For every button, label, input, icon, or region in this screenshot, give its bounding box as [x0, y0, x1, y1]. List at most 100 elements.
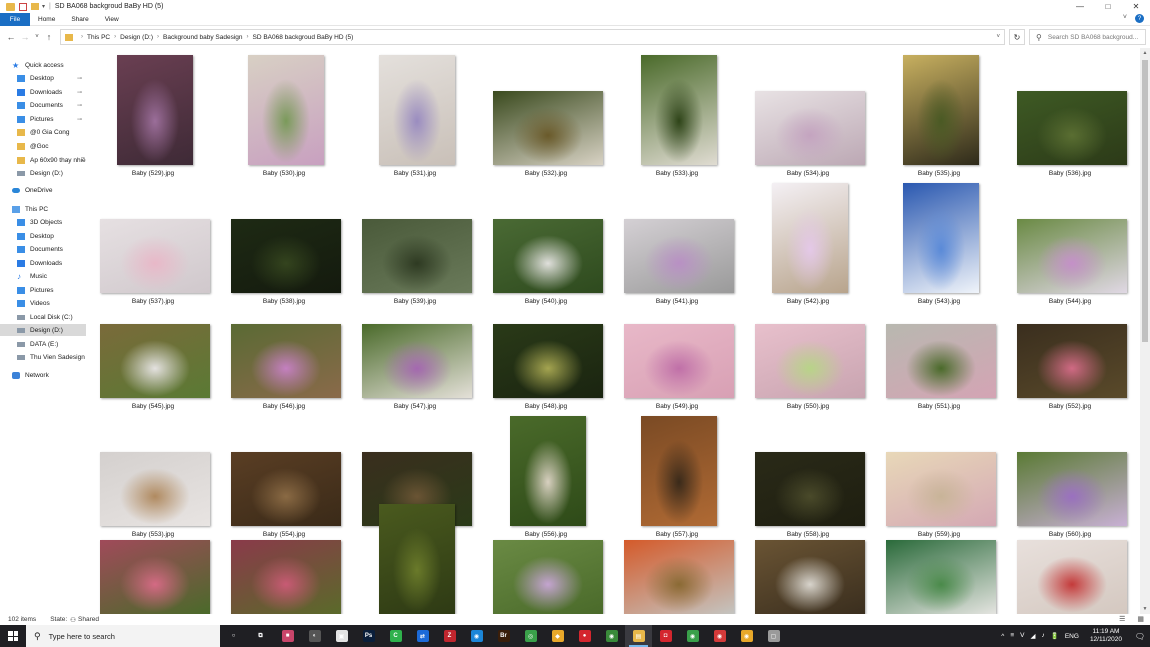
- tab-file[interactable]: File: [0, 12, 30, 26]
- minimize-button[interactable]: —: [1066, 0, 1094, 13]
- tab-share[interactable]: Share: [63, 13, 96, 26]
- image-thumbnail[interactable]: [755, 91, 865, 165]
- filezilla-icon[interactable]: Z: [436, 625, 463, 647]
- image-thumbnail[interactable]: [379, 55, 455, 165]
- file-name[interactable]: Baby (554).jpg: [221, 531, 347, 538]
- chrome-icon[interactable]: ◉: [598, 625, 625, 647]
- sidebar-item[interactable]: Local Disk (C:): [0, 311, 86, 323]
- breadcrumb-this-pc[interactable]: This PC: [87, 34, 110, 41]
- app-icon-8[interactable]: ●: [571, 625, 598, 647]
- start-button[interactable]: [0, 625, 26, 647]
- image-thumbnail[interactable]: [379, 504, 455, 614]
- file-name[interactable]: Baby (535).jpg: [876, 170, 1002, 177]
- sidebar-item[interactable]: ♪ Music: [0, 270, 86, 282]
- app-icon-7[interactable]: ◆: [544, 625, 571, 647]
- scroll-down-icon[interactable]: ▼: [1140, 604, 1150, 614]
- file-name[interactable]: Baby (547).jpg: [352, 403, 478, 410]
- image-thumbnail[interactable]: [1017, 219, 1127, 293]
- new-folder-quick-icon[interactable]: [31, 3, 39, 10]
- image-thumbnail[interactable]: [100, 452, 210, 526]
- image-thumbnail[interactable]: [886, 324, 996, 398]
- file-name[interactable]: Baby (551).jpg: [876, 403, 1002, 410]
- image-thumbnail[interactable]: [117, 55, 193, 165]
- image-thumbnail[interactable]: [903, 183, 979, 293]
- file-name[interactable]: Baby (549).jpg: [614, 403, 740, 410]
- sidebar-item[interactable]: Design (D:): [0, 167, 86, 179]
- image-thumbnail[interactable]: [624, 219, 734, 293]
- sidebar-item[interactable]: @0 Gia Cong: [0, 126, 86, 138]
- image-thumbnail[interactable]: [231, 219, 341, 293]
- details-view-icon[interactable]: ☰: [1119, 615, 1125, 623]
- quick-access-toolbar-dropdown-icon[interactable]: ▾: [42, 3, 45, 10]
- breadcrumb-current-folder[interactable]: SD BA068 backgroud BaBy HD (5): [253, 34, 354, 41]
- cortana-icon[interactable]: ○: [220, 625, 247, 647]
- file-name[interactable]: Baby (553).jpg: [90, 531, 216, 538]
- bridge-icon[interactable]: Br: [490, 625, 517, 647]
- image-thumbnail[interactable]: [1017, 452, 1127, 526]
- file-name[interactable]: Baby (543).jpg: [876, 298, 1002, 305]
- vertical-scrollbar[interactable]: ▲ ▼: [1140, 48, 1150, 614]
- file-name[interactable]: Baby (537).jpg: [90, 298, 216, 305]
- sidebar-item[interactable]: OneDrive: [0, 184, 86, 196]
- sidebar-item[interactable]: @Goc: [0, 140, 86, 152]
- back-button[interactable]: ←: [4, 32, 18, 42]
- sidebar-item[interactable]: DATA (E:): [0, 338, 86, 350]
- file-name[interactable]: Baby (540).jpg: [483, 298, 609, 305]
- close-button[interactable]: ✕: [1122, 0, 1150, 13]
- image-thumbnail[interactable]: [362, 219, 472, 293]
- image-thumbnail[interactable]: [641, 416, 717, 526]
- search-box[interactable]: ⚲ Search SD BA068 backgroud...: [1029, 29, 1146, 45]
- app-icon-1[interactable]: ■: [274, 625, 301, 647]
- image-thumbnail[interactable]: [1017, 540, 1127, 614]
- file-explorer-icon[interactable]: ▤: [625, 625, 652, 647]
- task-view-icon[interactable]: ⧉: [247, 625, 274, 647]
- file-name[interactable]: Baby (542).jpg: [745, 298, 871, 305]
- tray-chevron-icon[interactable]: ^: [1001, 633, 1004, 640]
- file-name[interactable]: Baby (531).jpg: [352, 170, 478, 177]
- sidebar-item[interactable]: Network: [0, 369, 86, 381]
- tray-icon[interactable]: ≡: [1010, 632, 1014, 640]
- sidebar-item[interactable]: Documents ⊸: [0, 99, 86, 111]
- image-thumbnail[interactable]: [1017, 324, 1127, 398]
- chevron-right-icon[interactable]: ›: [114, 34, 116, 40]
- image-thumbnail[interactable]: [231, 324, 341, 398]
- tray-icon[interactable]: ♪: [1042, 632, 1045, 640]
- image-thumbnail[interactable]: [1017, 91, 1127, 165]
- file-name[interactable]: Baby (538).jpg: [221, 298, 347, 305]
- scrollbar-thumb[interactable]: [1142, 60, 1148, 342]
- clock[interactable]: 11:19 AM 12/11/2020: [1090, 628, 1122, 644]
- sidebar-item[interactable]: Pictures: [0, 284, 86, 296]
- image-thumbnail[interactable]: [493, 540, 603, 614]
- file-name[interactable]: Baby (530).jpg: [221, 170, 347, 177]
- chevron-right-icon[interactable]: ›: [247, 34, 249, 40]
- photoshop-icon[interactable]: Ps: [355, 625, 382, 647]
- sidebar-item[interactable]: ★ Quick access: [0, 59, 86, 71]
- file-name[interactable]: Baby (541).jpg: [614, 298, 740, 305]
- help-icon[interactable]: ?: [1135, 14, 1144, 23]
- file-name[interactable]: Baby (552).jpg: [1007, 403, 1133, 410]
- image-thumbnail[interactable]: [886, 452, 996, 526]
- sidebar-item[interactable]: Desktop ⊸: [0, 72, 86, 84]
- file-name[interactable]: Baby (533).jpg: [614, 170, 740, 177]
- file-name[interactable]: Baby (529).jpg: [90, 170, 216, 177]
- file-name[interactable]: Baby (548).jpg: [483, 403, 609, 410]
- app-icon-4[interactable]: C: [382, 625, 409, 647]
- app-icon-3[interactable]: ▣: [328, 625, 355, 647]
- sidebar-item[interactable]: Thu Vien Sadesign: [0, 351, 86, 363]
- image-thumbnail[interactable]: [231, 540, 341, 614]
- file-name[interactable]: Baby (557).jpg: [614, 531, 740, 538]
- app-icon-6[interactable]: ◎: [517, 625, 544, 647]
- language-indicator[interactable]: ENG: [1065, 633, 1079, 640]
- image-thumbnail[interactable]: [903, 55, 979, 165]
- image-thumbnail[interactable]: [231, 452, 341, 526]
- file-name[interactable]: Baby (539).jpg: [352, 298, 478, 305]
- tab-home[interactable]: Home: [30, 13, 63, 26]
- sidebar-item[interactable]: Documents: [0, 243, 86, 255]
- chrome-icon-3[interactable]: ◉: [706, 625, 733, 647]
- large-icons-view-icon[interactable]: ▦: [1137, 615, 1144, 623]
- image-thumbnail[interactable]: [248, 55, 324, 165]
- file-name[interactable]: Baby (546).jpg: [221, 403, 347, 410]
- image-thumbnail[interactable]: [100, 540, 210, 614]
- image-thumbnail[interactable]: [755, 540, 865, 614]
- tray-icon[interactable]: V: [1020, 632, 1024, 640]
